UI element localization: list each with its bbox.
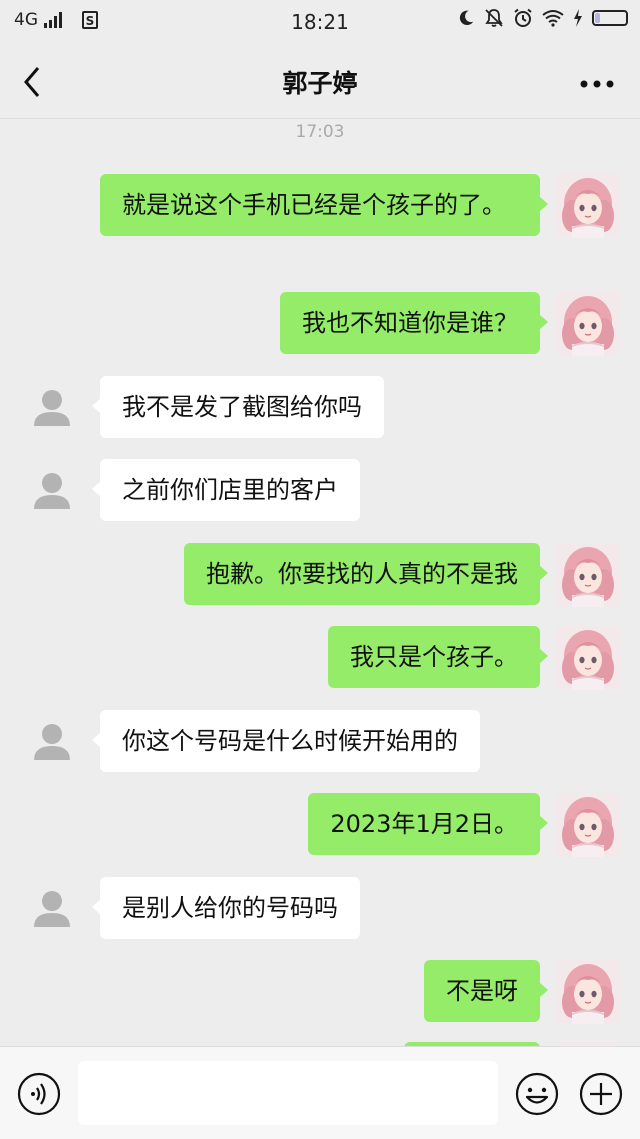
message-bubble-other[interactable]: 我不是发了截图给你吗 [92,376,384,438]
message-bubble-other[interactable]: 之前你们店里的客户 [92,459,360,521]
wifi-icon [542,10,564,27]
avatar-other[interactable] [20,710,84,774]
avatar-other[interactable] [20,877,84,941]
avatar-other[interactable] [20,459,84,523]
avatar-self[interactable] [556,793,620,857]
message-bubble-self[interactable]: 我只是个孩子。 [328,626,548,688]
contact-name: 郭子婷 [282,69,358,98]
message-bubble-other[interactable]: 是别人给你的号码吗 [92,877,360,939]
avatar-self[interactable] [556,543,620,607]
message-list[interactable]: 17:03 就是说这个手机已经是个孩子的了。 我也不知道你是谁？ 我不是发了截图… [0,118,640,1046]
message-bubble-self[interactable]: 抱歉。你要找的人真的不是我 [184,543,548,605]
avatar-self[interactable] [556,960,620,1024]
message-bubble-self[interactable]: 2023年1月2日。 [308,793,548,855]
avatar-self[interactable] [556,292,620,356]
message-bubble-self[interactable]: 不是呀 [424,960,548,1022]
battery-icon [592,10,628,26]
voice-icon[interactable] [16,1071,62,1117]
chat-header: 郭子婷 [0,44,640,119]
avatar-other[interactable] [20,376,84,440]
avatar-self[interactable] [556,626,620,690]
plus-icon[interactable] [578,1071,624,1117]
message-bubble-self[interactable]: 我也不知道你是谁？ [280,292,548,354]
status-right [457,8,628,28]
message-bubble-other[interactable]: 你这个号码是什么时候开始用的 [92,710,480,772]
message-timestamp: 17:03 [295,122,345,142]
message-bubble-self[interactable]: 就是说这个手机已经是个孩子的了。 [100,174,548,236]
mute-bell-icon [485,9,503,27]
charging-icon [574,9,582,27]
emoji-icon[interactable] [514,1071,560,1117]
more-dots-icon[interactable] [580,80,614,88]
avatar-self[interactable] [556,174,620,238]
moon-icon [459,10,474,26]
alarm-icon [514,8,532,27]
status-bar: 4G S 18:21 [0,0,640,44]
chat-input-bar [0,1046,640,1139]
message-input[interactable] [78,1061,498,1125]
